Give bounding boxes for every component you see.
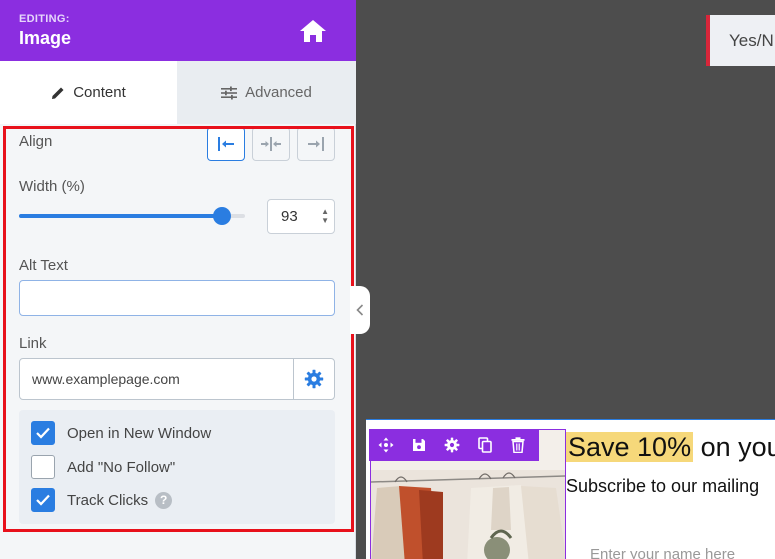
chevron-left-icon xyxy=(356,304,364,316)
align-right-icon xyxy=(308,137,324,151)
name-field-placeholder[interactable]: Enter your name here xyxy=(590,546,735,559)
width-number-input[interactable]: 93 ▲ ▼ xyxy=(267,199,335,234)
option-open-new-window[interactable]: Open in New Window xyxy=(31,421,211,445)
home-icon[interactable] xyxy=(298,18,328,44)
app-root: EDITING: Image Content Advanced Align Wi… xyxy=(0,0,775,559)
align-right-button[interactable] xyxy=(297,127,335,161)
open-new-window-checkbox[interactable] xyxy=(31,421,55,445)
width-slider-thumb[interactable] xyxy=(213,207,232,225)
tab-content-label: Content xyxy=(73,84,126,101)
align-left-button[interactable] xyxy=(207,127,245,161)
element-title: Image xyxy=(19,28,72,48)
option-no-follow[interactable]: Add "No Follow" xyxy=(31,455,175,479)
width-spinner[interactable]: ▲ ▼ xyxy=(321,207,329,225)
block-settings-button[interactable] xyxy=(435,429,468,461)
sliders-icon xyxy=(221,86,238,99)
width-slider[interactable] xyxy=(19,207,245,225)
check-icon xyxy=(36,427,50,439)
copy-icon xyxy=(477,437,492,453)
track-clicks-checkbox[interactable] xyxy=(31,488,55,512)
track-clicks-label: Track Clicks xyxy=(67,491,149,509)
align-label: Align xyxy=(19,133,53,150)
image-block-toolbar xyxy=(369,429,539,461)
align-left-icon xyxy=(218,137,234,151)
headline-highlight: Save 10% xyxy=(566,432,694,462)
move-icon xyxy=(378,437,393,453)
link-input[interactable] xyxy=(19,358,294,400)
align-center-button[interactable] xyxy=(252,127,290,161)
panel-header: EDITING: Image xyxy=(0,0,356,61)
panel-tabs: Content Advanced xyxy=(0,61,356,124)
width-slider-fill xyxy=(19,214,223,218)
option-track-clicks[interactable]: Track Clicks ? xyxy=(31,488,173,512)
no-follow-checkbox[interactable] xyxy=(31,455,55,479)
tab-advanced-label: Advanced xyxy=(245,84,312,101)
open-new-window-label: Open in New Window xyxy=(67,424,212,442)
save-icon xyxy=(412,439,425,451)
width-value: 93 xyxy=(281,208,298,225)
link-label: Link xyxy=(19,335,47,352)
optin-subheadline: Subscribe to our mailing xyxy=(566,476,760,496)
width-label: Width (%) xyxy=(19,178,85,195)
link-options: Open in New Window Add "No Follow" Track… xyxy=(19,410,335,524)
help-icon[interactable]: ? xyxy=(155,491,173,509)
move-block-button[interactable] xyxy=(369,429,402,461)
gear-icon xyxy=(444,437,459,453)
gear-icon xyxy=(304,369,324,389)
tab-advanced[interactable]: Advanced xyxy=(177,61,356,124)
editor-panel: EDITING: Image Content Advanced Align Wi… xyxy=(0,0,356,559)
spinner-down-icon[interactable]: ▼ xyxy=(321,216,329,225)
tab-content[interactable]: Content xyxy=(0,61,177,124)
yes-no-button[interactable]: Yes/N xyxy=(706,15,775,66)
link-settings-button[interactable] xyxy=(293,358,335,400)
delete-block-button[interactable] xyxy=(501,429,534,461)
editing-label: EDITING: xyxy=(19,13,70,25)
duplicate-block-button[interactable] xyxy=(468,429,501,461)
pencil-icon xyxy=(52,87,64,99)
no-follow-label: Add "No Follow" xyxy=(67,458,176,476)
alt-text-label: Alt Text xyxy=(19,257,68,274)
save-block-button[interactable] xyxy=(402,429,435,461)
trash-icon xyxy=(511,437,524,453)
align-center-icon xyxy=(261,137,281,151)
collapse-panel-button[interactable] xyxy=(350,286,370,334)
check-icon xyxy=(36,494,50,506)
optin-headline: Save 10% on your xyxy=(566,432,775,463)
alt-text-input[interactable] xyxy=(19,280,335,316)
headline-rest: on your xyxy=(700,432,775,462)
spinner-up-icon[interactable]: ▲ xyxy=(321,207,329,216)
yes-no-label: Yes/N xyxy=(729,30,774,50)
